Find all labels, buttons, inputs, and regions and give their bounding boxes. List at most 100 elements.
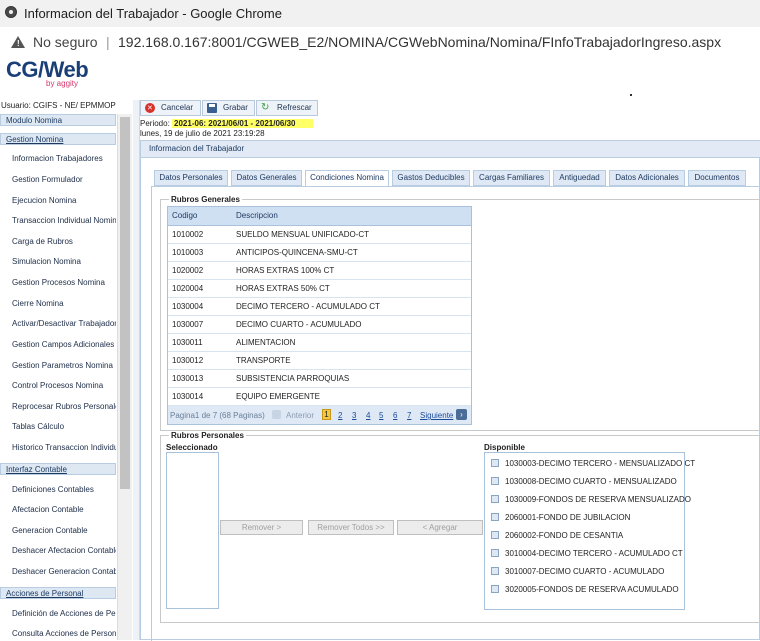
tab-datos-personales[interactable]: Datos Personales (154, 170, 228, 186)
column-header-descripcion[interactable]: Descripcion (236, 211, 278, 220)
tab-gastos-deducibles[interactable]: Gastos Deducibles (392, 170, 470, 186)
save-icon (207, 103, 217, 113)
pager-page[interactable]: 2 (338, 411, 342, 420)
sidebar-item[interactable]: Gestion Formulador (12, 175, 116, 184)
pager-page[interactable]: 6 (393, 411, 397, 420)
grid-pager: Pagina1 de 7 (68 Paginas) Anterior 1 2 3… (168, 406, 471, 424)
cell-codigo: 1020004 (172, 284, 204, 293)
pager-prev-icon[interactable] (272, 410, 281, 419)
sidebar-item[interactable]: Gestion Parametros Nomina (12, 361, 116, 370)
module-header[interactable]: Modulo Nomina (0, 114, 116, 126)
tab-condiciones-nomina[interactable]: Condiciones Nomina (305, 170, 389, 187)
section-gestion-nomina[interactable]: Gestion Nomina (0, 133, 116, 145)
tab-cargas-familiares[interactable]: Cargas Familiares (473, 170, 550, 186)
remove-all-button[interactable]: Remover Todos >> (308, 520, 394, 535)
pager-page-current[interactable]: 1 (322, 409, 331, 420)
add-button[interactable]: < Agregar (397, 520, 483, 535)
refresh-button[interactable]: ↻ Refrescar (256, 100, 318, 116)
tab-antiguedad[interactable]: Antiguedad (553, 170, 606, 186)
pager-page[interactable]: 7 (407, 411, 411, 420)
pager-page[interactable]: 3 (352, 411, 356, 420)
tab-datos-generales[interactable]: Datos Generales (231, 170, 302, 186)
tab-datos-adicionales[interactable]: Datos Adicionales (609, 170, 685, 186)
sidebar-item[interactable]: Carga de Rubros (12, 237, 116, 246)
cell-codigo: 1020002 (172, 266, 204, 275)
scrollbar-thumb[interactable] (120, 117, 130, 489)
cancel-button[interactable]: Cancelar (140, 100, 201, 116)
cell-descripcion: DECIMO CUARTO - ACUMULADO (236, 320, 362, 329)
sidebar-item[interactable]: Historico Transaccion Individual (12, 443, 116, 452)
tab-documentos[interactable]: Documentos (688, 170, 746, 186)
period-value: 2021-06: 2021/06/01 - 2021/06/30 (172, 119, 314, 128)
checkbox[interactable] (491, 477, 499, 485)
checkbox[interactable] (491, 513, 499, 521)
pager-next-icon[interactable]: › (456, 409, 467, 420)
checkbox[interactable] (491, 549, 499, 557)
sidebar-item[interactable]: Afectacion Contable (12, 505, 116, 514)
period-label: Periodo: (140, 119, 170, 128)
sidebar-scrollbar[interactable] (117, 114, 132, 640)
table-row[interactable]: 1030011 ALIMENTACION (168, 334, 471, 352)
address-separator: | (106, 34, 110, 50)
table-row[interactable]: 1030004 DECIMO TERCERO - ACUMULADO CT (168, 298, 471, 316)
list-item-label: 2060002-FONDO DE CESANTIA (505, 531, 624, 540)
sidebar-item[interactable]: Activar/Desactivar Trabajador (12, 319, 116, 328)
section-acciones-personal[interactable]: Acciones de Personal (0, 587, 116, 599)
table-row[interactable]: 1030012 TRANSPORTE (168, 352, 471, 370)
sidebar-item[interactable]: Tablas Cálculo (12, 422, 116, 431)
column-header-codigo[interactable]: Codigo (172, 211, 197, 220)
cell-descripcion: SUBSISTENCIA PARROQUIAS (236, 374, 350, 383)
table-row[interactable]: 1010002 SUELDO MENSUAL UNIFICADO-CT (168, 226, 471, 244)
cell-codigo: 1030014 (172, 392, 204, 401)
cell-descripcion: TRANSPORTE (236, 356, 291, 365)
available-list[interactable]: 1030003-DECIMO TERCERO - MENSUALIZADO CT… (484, 452, 695, 610)
sidebar-item[interactable]: Definiciones Contables (12, 485, 116, 494)
checkbox[interactable] (491, 531, 499, 539)
pager-next[interactable]: Siguiente (420, 411, 453, 420)
checkbox[interactable] (491, 459, 499, 467)
table-row[interactable]: 1030014 EQUIPO EMERGENTE (168, 388, 471, 406)
table-row[interactable]: 1010003 ANTICIPOS-QUINCENA-SMU-CT (168, 244, 471, 262)
window-titlebar: Informacion del Trabajador - Google Chro… (0, 0, 760, 27)
section-interfaz-contable[interactable]: Interfaz Contable (0, 463, 116, 475)
save-button[interactable]: Grabar (202, 100, 255, 116)
sidebar-item[interactable]: Deshacer Generacion Contable (12, 567, 116, 576)
sidebar-item[interactable]: Cierre Nomina (12, 299, 116, 308)
checkbox[interactable] (491, 567, 499, 575)
table-row[interactable]: 1020002 HORAS EXTRAS 100% CT (168, 262, 471, 280)
sidebar-item[interactable]: Consulta Acciones de Personal (12, 629, 116, 638)
security-label[interactable]: No seguro (33, 34, 98, 50)
cell-descripcion: SUELDO MENSUAL UNIFICADO-CT (236, 230, 370, 239)
checkbox[interactable] (491, 495, 499, 503)
sidebar-item[interactable]: Reprocesar Rubros Personales (12, 402, 116, 411)
sidebar-item[interactable]: Ejecucion Nomina (12, 196, 116, 205)
sidebar-item[interactable]: Transaccion Individual Nomina (12, 216, 116, 225)
table-row[interactable]: 1030013 SUBSISTENCIA PARROQUIAS (168, 370, 471, 388)
cell-codigo: 1030012 (172, 356, 204, 365)
url-text[interactable]: 192.168.0.167:8001/CGWEB_E2/NOMINA/CGWeb… (118, 34, 721, 50)
pager-page[interactable]: 5 (379, 411, 383, 420)
rubros-grid: Codigo Descripcion 1010002 SUELDO MENSUAL… (167, 206, 472, 425)
sidebar-item[interactable]: Simulacion Nomina (12, 257, 116, 266)
rubros-personales-legend: Rubros Personales (171, 431, 244, 440)
cell-descripcion: ALIMENTACION (236, 338, 296, 347)
list-item-label: 3010004-DECIMO TERCERO - ACUMULADO CT (505, 549, 683, 558)
table-row[interactable]: 1020004 HORAS EXTRAS 50% CT (168, 280, 471, 298)
table-row[interactable]: 1030007 DECIMO CUARTO - ACUMULADO (168, 316, 471, 334)
selected-list[interactable] (166, 452, 219, 609)
sidebar-item[interactable]: Control Procesos Nomina (12, 381, 116, 390)
warning-icon[interactable]: ! (11, 36, 25, 48)
remove-button[interactable]: Remover > (220, 520, 303, 535)
user-label: Usuario: CGIFS - NE/ EPMMOP (1, 101, 116, 110)
sidebar-item[interactable]: Generacion Contable (12, 526, 116, 535)
address-bar[interactable]: ! No seguro | 192.168.0.167:8001/CGWEB_E… (0, 27, 760, 58)
pager-page[interactable]: 4 (366, 411, 370, 420)
sidebar-item[interactable]: Gestion Procesos Nomina (12, 278, 116, 287)
sidebar-splitter[interactable] (133, 100, 140, 640)
sidebar-item[interactable]: Informacion Trabajadores (12, 154, 116, 163)
checkbox[interactable] (491, 585, 499, 593)
sidebar-item[interactable]: Gestion Campos Adicionales (12, 340, 116, 349)
sidebar-item[interactable]: Deshacer Afectacion Contable (12, 546, 116, 555)
pager-prev[interactable]: Anterior (286, 411, 314, 420)
sidebar-item[interactable]: Definición de Acciones de Personal (12, 609, 116, 618)
